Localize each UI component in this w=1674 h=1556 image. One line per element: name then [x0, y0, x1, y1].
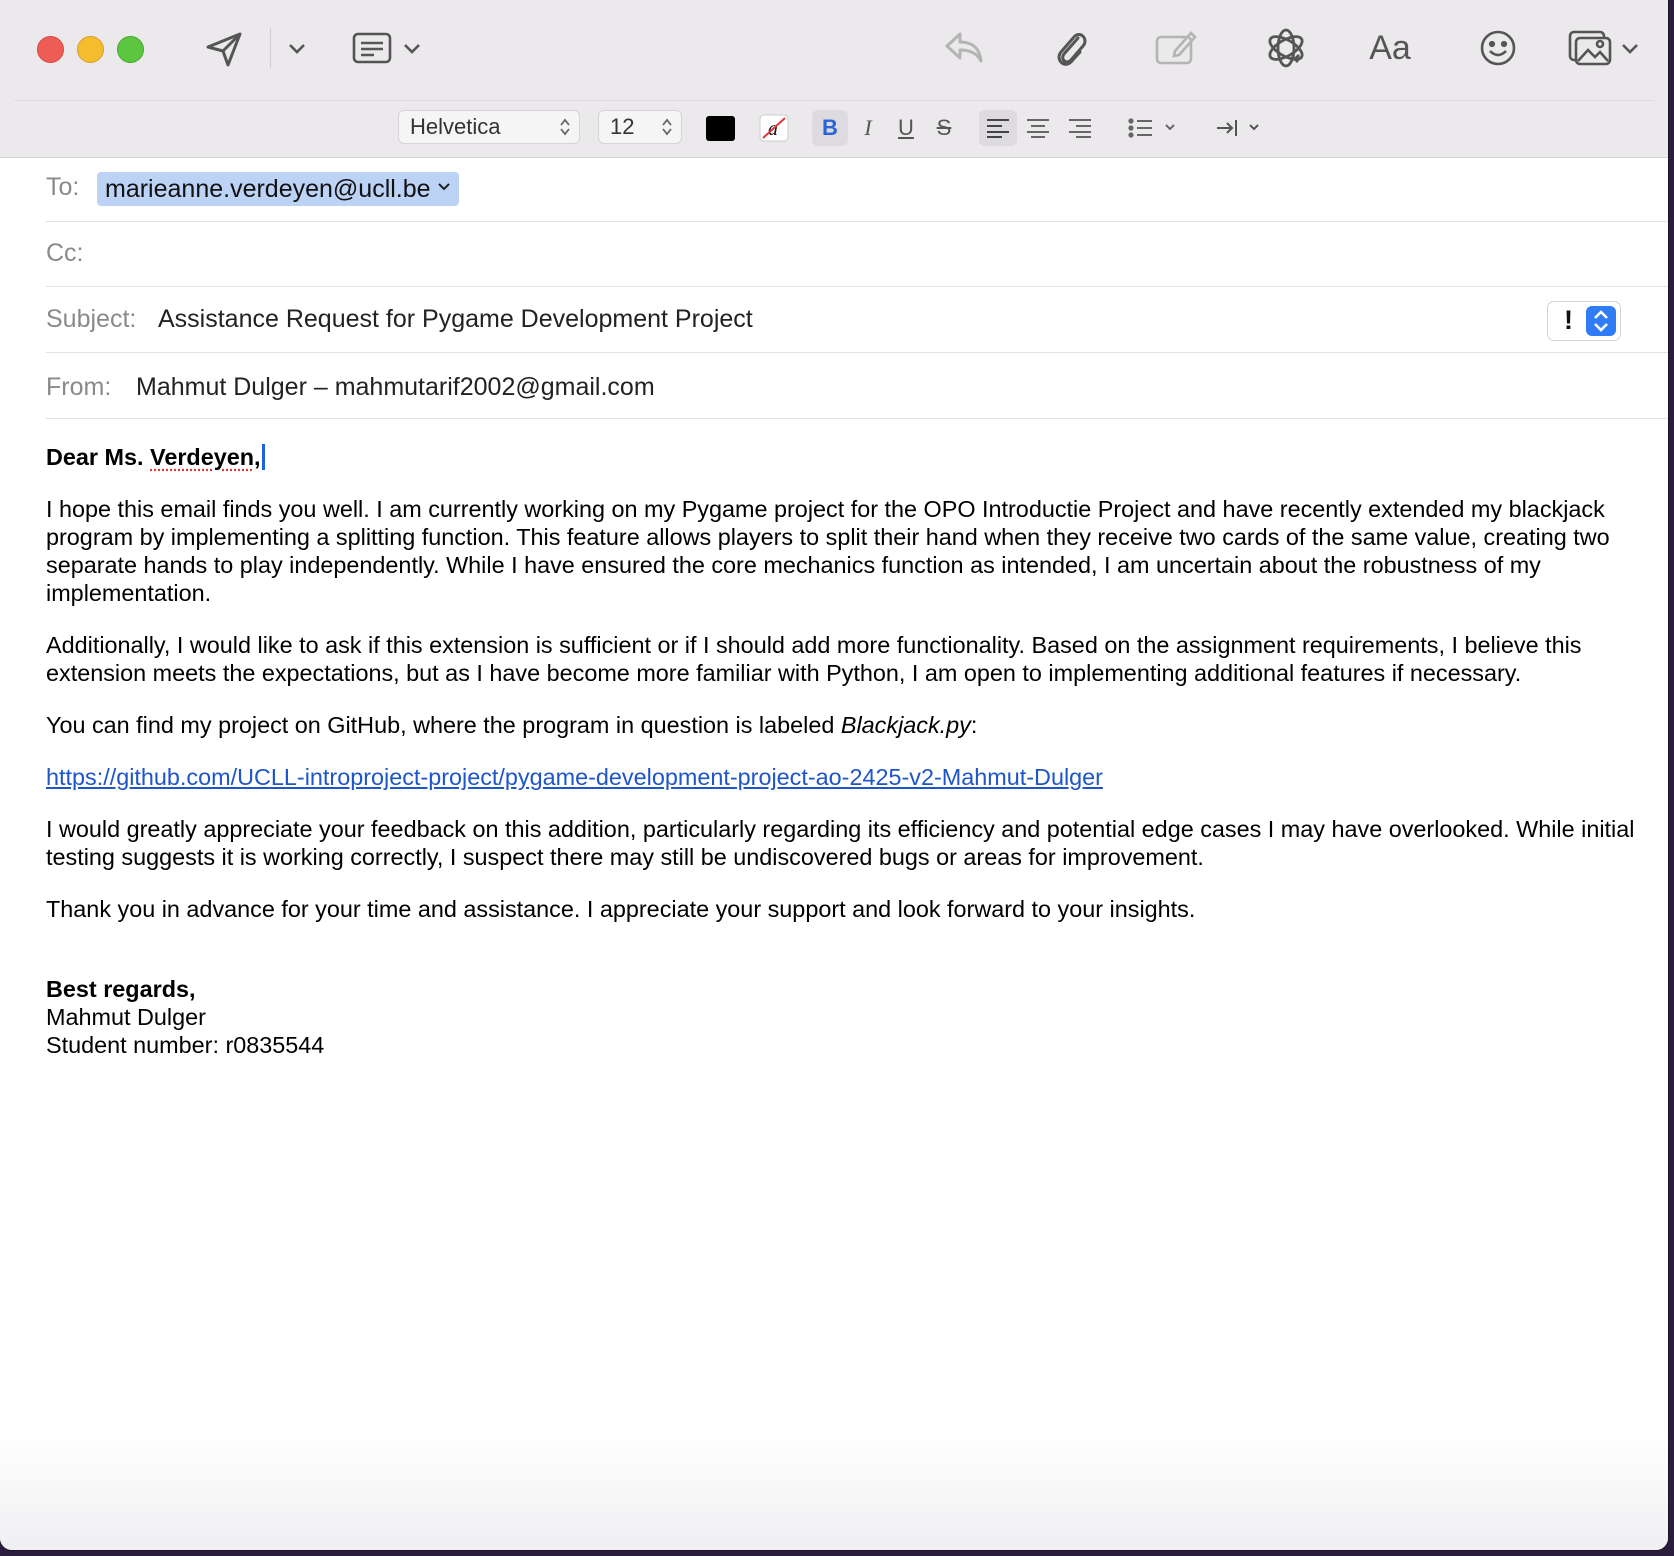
minimize-window-button[interactable] [77, 36, 104, 63]
toolbar: Aa Helvetica 12 a B I [0, 0, 1668, 158]
underline-label: U [898, 115, 914, 140]
from-label: From: [46, 373, 112, 401]
from-select[interactable]: Mahmut Dulger – mahmutarif2002@gmail.com [136, 373, 655, 402]
attachment-icon[interactable] [1048, 24, 1092, 72]
greeting-suffix: , [254, 444, 261, 470]
reply-icon[interactable] [942, 26, 986, 70]
to-recipient-value: marieanne.verdeyen@ucll.be [105, 174, 431, 203]
font-size-select[interactable]: 12 [598, 110, 682, 144]
bold-label: B [822, 115, 838, 140]
stepper-arrows-icon [560, 118, 570, 136]
priority-value: ! [1564, 305, 1573, 335]
chevron-down-icon[interactable] [285, 37, 309, 61]
zoom-window-button[interactable] [117, 36, 144, 63]
toolbar-separator [270, 28, 271, 68]
sender-name: Mahmut Dulger [46, 1004, 206, 1030]
message-body[interactable]: Dear Ms. Verdeyen, I hope this email fin… [46, 443, 1646, 1059]
list-icon [1128, 118, 1175, 138]
recipient-chevron-icon [437, 183, 450, 191]
strikethrough-button[interactable]: S [928, 110, 960, 146]
align-left-button[interactable] [979, 110, 1017, 146]
photo-browser-chevron-icon[interactable] [1618, 37, 1642, 61]
text-caret [261, 444, 265, 470]
close-window-button[interactable] [37, 36, 64, 63]
photo-browser-icon[interactable] [1566, 24, 1616, 72]
priority-select[interactable]: ! [1547, 301, 1621, 341]
cc-row[interactable] [46, 221, 1668, 287]
indent-button[interactable] [1216, 110, 1260, 146]
to-recipient-token[interactable]: marieanne.verdeyen@ucll.be [97, 172, 459, 206]
paragraph-5: Thank you in advance for your time and a… [46, 896, 1196, 922]
closing: Best regards, [46, 976, 196, 1002]
paragraph-3-text: You can find my project on GitHub, where… [46, 712, 841, 738]
markup-icon[interactable] [1154, 26, 1198, 70]
highlight-color-button[interactable]: a [757, 110, 791, 146]
bottom-shadow [0, 1430, 1668, 1550]
greeting-name: Verdeyen [150, 444, 255, 470]
file-name: Blackjack.py [840, 712, 971, 738]
underline-button[interactable]: U [890, 110, 922, 146]
bold-button[interactable]: B [812, 110, 848, 146]
send-icon[interactable] [202, 27, 246, 71]
indent-icon [1217, 120, 1259, 136]
font-size-value: 12 [610, 114, 635, 139]
align-center-button[interactable] [1020, 110, 1056, 146]
subject-input[interactable]: Assistance Request for Pygame Developmen… [158, 305, 753, 334]
align-center-icon [1027, 119, 1049, 138]
header-fields-icon[interactable] [350, 28, 394, 68]
paragraph-2: Additionally, I would like to ask if thi… [46, 632, 1582, 686]
italic-button[interactable]: I [852, 110, 884, 146]
align-right-button[interactable] [1062, 110, 1098, 146]
paragraph-3: You can find my project on GitHub, where… [46, 711, 1646, 739]
text-color-button[interactable] [704, 110, 736, 146]
paragraph-4: I would greatly appreciate your feedback… [46, 816, 1635, 870]
strikethrough-label: S [936, 115, 952, 140]
student-number: Student number: r0835544 [46, 1032, 325, 1058]
toolbar-divider [14, 100, 1654, 101]
signature: Best regards, Mahmut Dulger Student numb… [46, 975, 1646, 1059]
paragraph-1: I hope this email finds you well. I am c… [46, 496, 1610, 606]
priority-stepper-icon [1586, 306, 1616, 336]
cc-label: Cc: [46, 239, 84, 267]
font-family-select[interactable]: Helvetica [398, 110, 580, 144]
align-right-icon [1069, 119, 1091, 138]
text-color-swatch [705, 115, 735, 141]
header-fields-chevron-icon[interactable] [400, 37, 424, 61]
to-label: To: [46, 173, 80, 201]
github-link[interactable]: https://github.com/UCLL-introproject-pro… [46, 764, 1103, 790]
list-style-button[interactable] [1126, 110, 1178, 146]
mail-compose-window: Aa Helvetica 12 a B I [0, 0, 1668, 1550]
ai-rewrite-icon[interactable] [1262, 24, 1310, 72]
align-left-icon [987, 119, 1009, 138]
greeting: Dear Ms. Verdeyen, [46, 443, 1646, 471]
format-label: Aa [1369, 28, 1411, 67]
highlight-color-icon: a [759, 114, 789, 142]
paragraph-3-suffix: : [970, 712, 978, 738]
subject-label: Subject: [46, 305, 137, 333]
font-family-value: Helvetica [410, 114, 501, 139]
italic-label: I [864, 115, 872, 140]
stepper-arrows-icon [662, 118, 672, 136]
emoji-icon[interactable] [1474, 24, 1522, 72]
format-icon[interactable]: Aa [1362, 24, 1418, 72]
greeting-prefix: Dear Ms. [46, 444, 151, 470]
